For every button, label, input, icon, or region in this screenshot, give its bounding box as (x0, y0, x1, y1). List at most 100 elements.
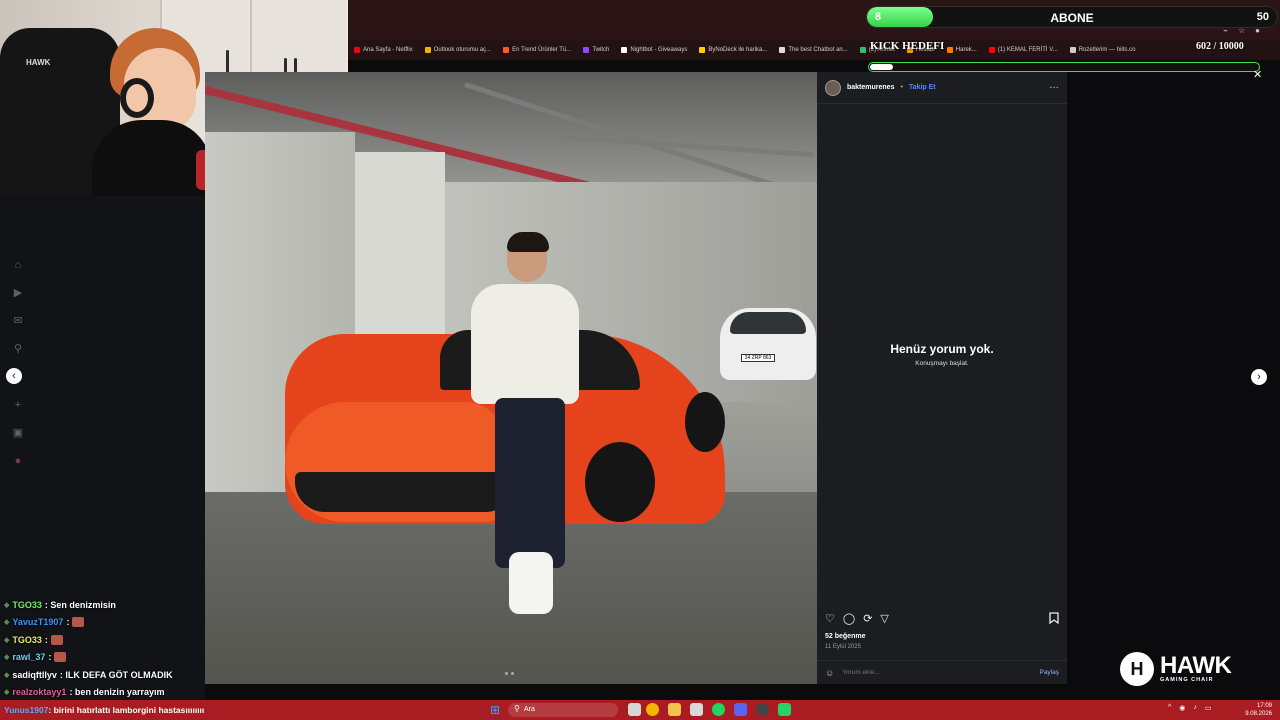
separator-dot: • (900, 84, 903, 91)
chat-message: ◆ TGO33: Sen denizmisin (0, 596, 240, 614)
comment-input[interactable] (842, 669, 1032, 676)
bookmark-favicon-icon (779, 47, 786, 53)
likes-count[interactable]: 52 beğenme (825, 633, 865, 640)
discord-icon[interactable] (734, 703, 747, 716)
post-date: 11 Eylül 2025 (825, 644, 861, 650)
chat-text: : Sen denizmisin (44, 599, 116, 610)
previous-post-button[interactable]: ‹ (6, 368, 22, 384)
kick-goal-bar (868, 62, 1260, 72)
license-plate: 34 ZRP 863 (741, 354, 775, 362)
chevron-up-icon[interactable]: ^ (1168, 704, 1171, 712)
bookmark-favicon-icon (859, 47, 866, 53)
bookmark-label: Harek... (955, 47, 977, 53)
more-options-icon[interactable]: … (1049, 80, 1059, 91)
bookmark-label: The best Chatbot an... (788, 47, 848, 53)
kick-goal-count: 602 / 10000 (1196, 41, 1244, 52)
bookmark-label: Twitch (592, 47, 610, 53)
next-post-button[interactable]: › (1251, 369, 1267, 385)
kick-goal-title: KICK HEDEFI (870, 40, 945, 52)
chat-message: ◆ sadiqftllyv: ILK DEFA GÖT OLMADIK (0, 666, 240, 684)
reels-icon[interactable]: ▶ (11, 286, 25, 300)
battery-icon[interactable]: ▭ (1205, 704, 1212, 712)
post-photo: 34 ZRP 863 (205, 72, 817, 684)
bookmark-favicon-icon (503, 47, 510, 53)
taskbar-search[interactable]: Ara (508, 703, 618, 717)
ticker-user: Yunus1907 (4, 705, 49, 715)
hawk-wordmark: HAWK (1160, 652, 1232, 679)
bookmark-item[interactable]: The best Chatbot an... (779, 47, 848, 53)
share-button[interactable]: Paylaş (1039, 669, 1059, 676)
chat-username[interactable]: TGO33 (12, 635, 42, 645)
kick-goal-fill (870, 64, 894, 70)
chat-username[interactable]: sadiqftllyv (12, 670, 57, 680)
bookmark-item[interactable]: Rozetlerim — hiits.co (1069, 47, 1135, 53)
chat-message: ◆ rawl_37 : (0, 649, 240, 667)
emoji-icon[interactable]: ☺ (825, 668, 834, 678)
save-icon[interactable] (1049, 612, 1059, 627)
subscriber-goal-target: 50 (1256, 11, 1269, 23)
messages-icon[interactable]: ✉ (11, 314, 25, 328)
chat-text: : ILK DEFA GÖT OLMADIK (59, 669, 173, 680)
post-actions: ♡ ◯ ⟳ ▽ (825, 612, 1059, 626)
chat-badge-icon: ◆ (4, 689, 10, 697)
chat-text: : (66, 617, 70, 628)
chat-username[interactable]: realzoktayy1 (12, 687, 66, 697)
chat-message: ◆ TGO33 : (0, 631, 240, 649)
man-pants (495, 398, 565, 568)
comment-bar: ☺ Paylaş (817, 660, 1067, 684)
screen: – ▢ ✕ ⌁ ☆ ● Ana Sayfa - NetflixOutlook o… (0, 0, 1280, 720)
chat-emote-icon (54, 652, 67, 663)
chat-badge-icon: ◆ (4, 619, 10, 627)
bookmark-item[interactable]: Twitch (583, 47, 609, 53)
obs-icon[interactable] (756, 703, 769, 716)
headset-icon (120, 78, 154, 118)
bookmark-item[interactable]: Ana Sayfa - Netflix (354, 47, 413, 53)
bookmark-favicon-icon (621, 47, 628, 53)
bookmark-item[interactable]: Nightbot - Giveaways (621, 47, 687, 53)
send-icon[interactable]: ▽ (880, 612, 888, 626)
system-tray: ^ ◉ ♪ ▭ (1168, 704, 1212, 712)
dashboard-icon[interactable]: ▣ (11, 426, 25, 440)
chat-badge-icon: ◆ (4, 671, 10, 679)
like-icon[interactable]: ♡ (825, 612, 835, 626)
chat-message: ◆ realzoktayy1: ben denizin yarrayım (0, 684, 240, 702)
chat-emote-icon (72, 617, 85, 628)
hawk-mark-icon: H (1120, 652, 1154, 686)
bookmark-item[interactable]: En Trend Ürünler Tü... (503, 47, 571, 53)
post-username[interactable]: baktemurenes (847, 84, 894, 91)
home-icon[interactable]: ⌂ (11, 258, 25, 272)
chrome-icon[interactable] (646, 703, 659, 716)
clock-date: 9.08.2026 (1245, 711, 1272, 717)
windows-start-icon[interactable]: ⊞ (490, 703, 500, 717)
profile-icon[interactable]: ● (11, 454, 25, 468)
avatar[interactable] (825, 79, 841, 96)
bookmark-item[interactable]: Harek... (946, 47, 977, 53)
chat-ticker: Yunus1907: birini hatırlattı lamborgini … (4, 705, 204, 715)
bookmark-favicon-icon (583, 47, 590, 53)
chat-badge-icon: ◆ (4, 601, 10, 609)
man-hair (507, 232, 549, 252)
chat-username[interactable]: YavuzT1907 (12, 617, 63, 627)
bookmark-item[interactable]: (1) KEMAL FERİTİ V... (988, 47, 1058, 53)
follow-button[interactable]: Takip Et (909, 84, 936, 91)
clock[interactable]: 17:09 9.08.2026 (1245, 702, 1272, 718)
bookmark-item[interactable]: ByNoDeck ile harika... (699, 47, 767, 53)
network-icon[interactable]: ◉ (1179, 704, 1185, 712)
file-explorer-icon[interactable] (668, 703, 681, 716)
spotify-icon[interactable] (712, 703, 725, 716)
bookmark-item[interactable]: Outlook oturumu aç... (424, 47, 491, 53)
chat-message: ◆ YavuzT1907 : (0, 614, 240, 632)
repost-icon[interactable]: ⟳ (863, 612, 872, 626)
volume-icon[interactable]: ♪ (1193, 704, 1197, 712)
store-icon[interactable] (690, 703, 703, 716)
whatsapp-icon[interactable] (778, 703, 791, 716)
task-view-icon[interactable] (628, 703, 641, 716)
taskbar: Yunus1907: birini hatırlattı lamborgini … (0, 700, 1280, 720)
chat-username[interactable]: rawl_37 (12, 652, 45, 662)
bookmark-favicon-icon (946, 47, 953, 53)
search-icon[interactable]: ⚲ (11, 342, 25, 356)
create-icon[interactable]: + (11, 398, 25, 412)
chat-username[interactable]: TGO33 (12, 600, 42, 610)
comment-icon[interactable]: ◯ (843, 612, 855, 626)
close-post-button[interactable]: ✕ (1253, 68, 1262, 81)
